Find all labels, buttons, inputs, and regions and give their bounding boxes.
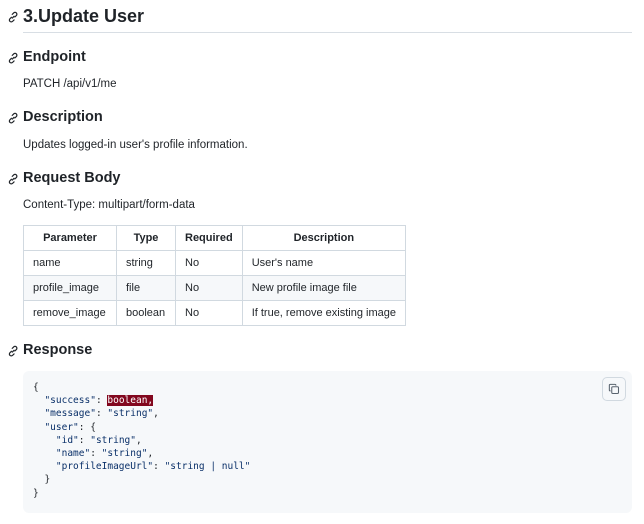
code-brace: } <box>33 487 39 499</box>
table-cell: file <box>116 275 176 301</box>
endpoint-heading: Endpoint <box>23 49 86 65</box>
table-cell: name <box>23 250 117 276</box>
content-type-text: Content-Type: multipart/form-data <box>23 199 195 211</box>
table-cell: profile_image <box>23 275 117 301</box>
code-key: "profileImageUrl" <box>55 461 154 473</box>
page-title: 3.Update User <box>23 6 145 26</box>
table-header-cell: Required <box>175 225 243 251</box>
table-header-row: Parameter Type Required Description <box>23 225 406 251</box>
parameters-table: Parameter Type Required Description name… <box>23 225 406 326</box>
response-code-block[interactable]: { "success": boolean, "message": "string… <box>23 371 632 513</box>
table-row: remove_image boolean No If true, remove … <box>23 300 406 326</box>
title-divider <box>23 32 632 33</box>
code-key: "message" <box>44 408 96 420</box>
code-key: "id" <box>55 434 79 446</box>
code-brace: { <box>33 382 39 393</box>
code-key: "user" <box>44 421 79 433</box>
code-key: "name" <box>55 448 91 460</box>
description-text: Updates logged-in user's profile informa… <box>23 139 248 151</box>
description-heading: Description <box>23 109 103 125</box>
endpoint-text: PATCH /api/v1/me <box>23 78 117 90</box>
table-header-cell: Description <box>241 225 406 251</box>
table-cell: boolean <box>116 300 176 326</box>
link-icon[interactable] <box>6 51 20 65</box>
table-cell: No <box>175 250 243 276</box>
table-cell: No <box>175 300 243 326</box>
code-value: "string | null" <box>164 461 251 473</box>
code-content[interactable]: { "success": boolean, "message": "string… <box>33 381 250 500</box>
table-header-cell: Type <box>116 225 176 251</box>
code-value: "string" <box>107 408 154 420</box>
copy-icon <box>608 383 620 395</box>
code-value: "string" <box>90 434 136 446</box>
link-icon[interactable] <box>6 10 20 24</box>
code-value: "string" <box>101 448 148 460</box>
response-heading: Response <box>23 342 93 358</box>
request-body-heading: Request Body <box>23 170 121 186</box>
table-cell: No <box>175 275 243 301</box>
title-section: 3.Update User <box>0 0 644 40</box>
code-error-token: boolean, <box>107 395 154 407</box>
code-key: "success" <box>44 395 96 407</box>
table-cell: If true, remove existing image <box>241 300 406 326</box>
table-cell: User's name <box>241 250 406 276</box>
table-cell: string <box>116 250 176 276</box>
table-row: name string No User's name <box>23 250 406 276</box>
code-brace: } <box>44 474 51 486</box>
table-cell: New profile image file <box>241 275 406 301</box>
copy-button[interactable] <box>602 377 626 401</box>
link-icon[interactable] <box>6 172 20 186</box>
link-icon[interactable] <box>6 344 20 358</box>
link-icon[interactable] <box>6 111 20 125</box>
table-header-cell: Parameter <box>23 225 117 251</box>
table-row: profile_image file No New profile image … <box>23 275 406 301</box>
table-cell: remove_image <box>23 300 117 326</box>
